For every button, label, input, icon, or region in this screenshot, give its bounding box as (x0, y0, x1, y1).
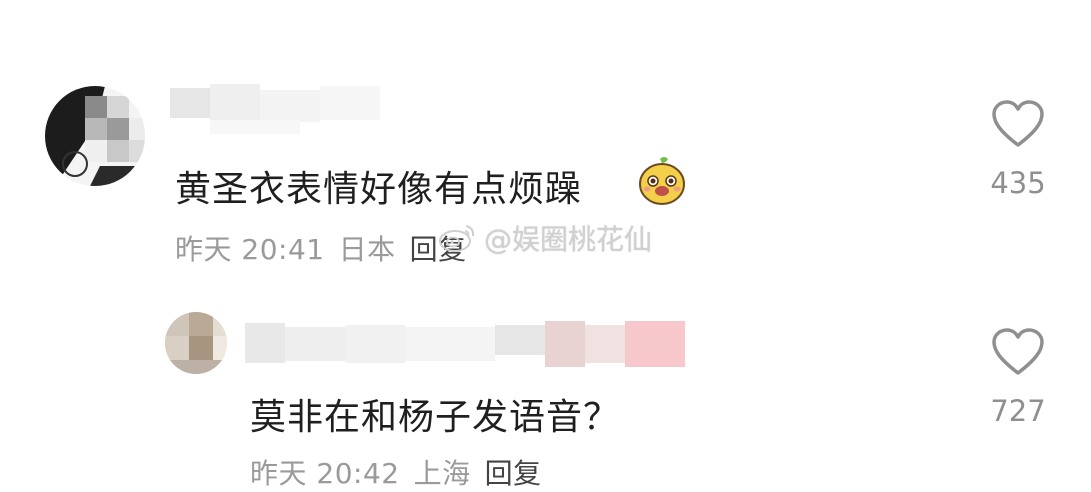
reply-location: 上海 (413, 457, 471, 490)
avatar-image (45, 86, 145, 186)
weibo-logo-icon (439, 225, 475, 252)
like-count: 435 (990, 166, 1046, 200)
watermark-text: @娱圈桃花仙 (484, 223, 653, 256)
reply-text: 莫非在和杨子发语音？ (250, 397, 621, 438)
reply-username-blurred[interactable] (235, 315, 705, 375)
avatar-image (165, 312, 227, 374)
reply-like-count: 727 (990, 394, 1046, 428)
heart-outline-icon (992, 328, 1044, 375)
comment-location: 日本 (338, 233, 396, 266)
comment-time: 昨天 20:41 (175, 233, 325, 266)
reply-like-button[interactable]: 727 (973, 328, 1063, 433)
comment-meta: 昨天 20:41 日本 回复 (175, 228, 481, 268)
username-blurred[interactable] (150, 70, 410, 140)
reply-reply-button[interactable]: 回复 (485, 457, 542, 490)
reply-meta: 昨天 20:42 上海 回复 (250, 452, 556, 492)
reply-avatar[interactable] (165, 312, 227, 374)
comment-text: 黄圣衣表情好像有点烦躁 (175, 169, 583, 210)
reply-time: 昨天 20:42 (250, 457, 400, 490)
heart-outline-icon (992, 100, 1044, 147)
like-button[interactable]: 435 (973, 100, 1063, 205)
cartoon-face-emoji-icon (636, 155, 688, 207)
avatar[interactable] (45, 86, 145, 186)
